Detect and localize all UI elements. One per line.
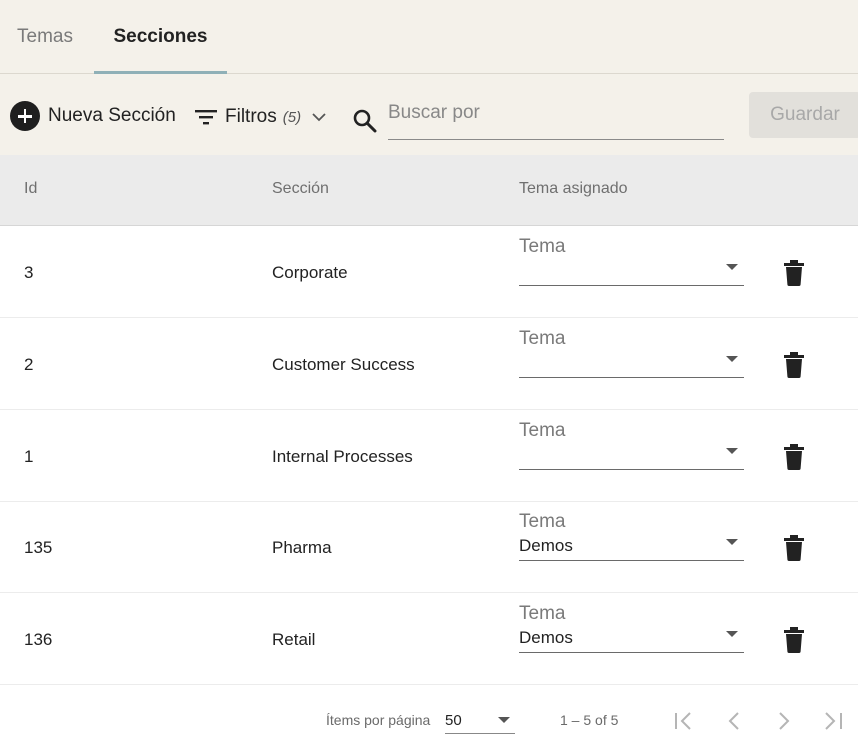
paginator: Ítems por página 50 1 – 5 of 5 [0,700,858,742]
theme-select-value: Demos [519,628,573,647]
theme-select-label: Tema [519,420,566,441]
row-section-name: Retail [272,630,316,649]
table-row: 2 Customer Success Tema [0,318,858,410]
dropdown-arrow-icon [726,539,738,545]
tab-temas[interactable]: Temas [0,0,90,74]
theme-select-label: Tema [519,328,566,349]
row-id: 3 [24,263,34,282]
column-header-section: Sección [272,180,329,197]
dropdown-arrow-icon [726,631,738,637]
first-page-icon[interactable] [672,710,696,732]
column-header-theme: Tema asignado [519,180,628,197]
dropdown-arrow-icon [726,356,738,362]
add-circle-icon [10,101,40,131]
theme-select[interactable]: Tema [519,420,744,470]
row-section-name: Internal Processes [272,447,413,466]
search-input[interactable] [388,90,724,124]
theme-select-label: Tema [519,236,566,257]
table-row: 1 Internal Processes Tema [0,410,858,502]
theme-select[interactable]: Tema Demos [519,603,744,653]
items-per-page-label: Ítems por página [326,712,431,728]
delete-icon[interactable] [783,535,805,561]
page-size-select[interactable]: 50 [445,705,515,734]
tab-secciones[interactable]: Secciones [94,0,227,74]
row-id: 135 [24,538,53,557]
save-button[interactable]: Guardar [749,92,858,138]
page-size-value: 50 [445,712,462,729]
table-row: 136 Retail Tema Demos [0,593,858,685]
top-bar: Temas Secciones Nueva Sección Filtros (5… [0,0,858,155]
row-id: 136 [24,630,53,649]
previous-page-icon[interactable] [724,710,744,732]
tab-bar: Temas Secciones [0,0,858,74]
search-field [388,90,724,140]
active-tab-indicator [94,71,227,74]
theme-select[interactable]: Tema [519,236,744,286]
chevron-down-icon [312,113,326,122]
filter-icon [195,110,217,125]
row-section-name: Customer Success [272,355,415,374]
dropdown-arrow-icon [726,448,738,454]
theme-select[interactable]: Tema [519,328,744,378]
row-id: 2 [24,355,34,374]
delete-icon[interactable] [783,444,805,470]
theme-select-value: Demos [519,536,573,555]
toolbar: Nueva Sección Filtros (5) Guardar [0,90,858,145]
delete-icon[interactable] [783,352,805,378]
table-row: 3 Corporate Tema [0,226,858,318]
theme-select-label: Tema [519,511,566,532]
table-header: Id Sección Tema asignado [0,155,858,226]
delete-icon[interactable] [783,260,805,286]
theme-select-label: Tema [519,603,566,624]
filters-label: Filtros [225,106,277,127]
new-section-label: Nueva Sección [48,105,176,126]
row-id: 1 [24,447,34,466]
page-range-label: 1 – 5 of 5 [560,712,619,728]
new-section-button[interactable]: Nueva Sección [10,100,176,132]
row-section-name: Pharma [272,538,332,557]
delete-icon[interactable] [783,627,805,653]
table-row: 135 Pharma Tema Demos [0,501,858,593]
next-page-icon[interactable] [774,710,794,732]
last-page-icon[interactable] [822,710,846,732]
filters-count: (5) [282,108,302,126]
row-section-name: Corporate [272,263,348,282]
dropdown-arrow-icon [726,264,738,270]
filters-button[interactable]: Filtros (5) [193,102,327,132]
column-header-id: Id [24,180,38,197]
theme-select[interactable]: Tema Demos [519,511,744,561]
dropdown-arrow-icon [498,717,510,723]
search-icon [353,109,377,133]
